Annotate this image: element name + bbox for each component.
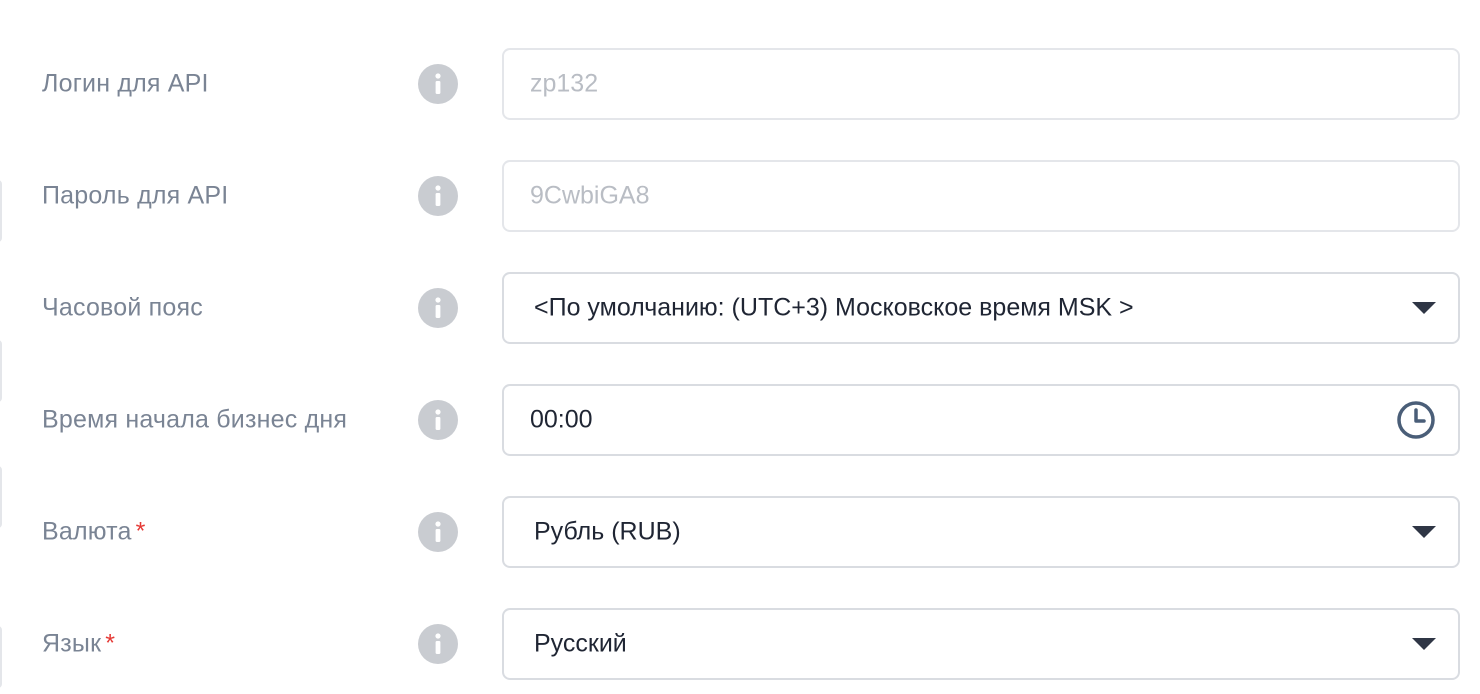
chevron-down-icon[interactable]: [1412, 302, 1436, 314]
form-row-timezone: Часовой пояс <По умолчанию: (UTC+3) Моск…: [0, 272, 1480, 344]
info-icon[interactable]: [418, 176, 458, 216]
selected-value: Рубль (RUB): [534, 517, 681, 546]
currency-select[interactable]: Рубль (RUB): [502, 496, 1460, 568]
chevron-down-icon[interactable]: [1412, 638, 1436, 650]
form-row-business-day-start: Время начала бизнес дня 00:00: [0, 384, 1480, 456]
form-row-language: Язык * Русский: [0, 608, 1480, 680]
api-login-input[interactable]: zp132: [502, 48, 1460, 120]
business-day-start-time-input[interactable]: 00:00: [502, 384, 1460, 456]
info-icon[interactable]: [418, 512, 458, 552]
selected-value: Русский: [534, 629, 627, 658]
info-icon[interactable]: [418, 288, 458, 328]
form-row-api-login: Логин для API zp132: [0, 48, 1480, 120]
time-value: 00:00: [530, 405, 593, 434]
api-password-input[interactable]: 9CwbiGA8: [502, 160, 1460, 232]
settings-form: Логин для API zp132 Пароль для API 9Cwbi…: [0, 0, 1480, 694]
timezone-select[interactable]: <По умолчанию: (UTC+3) Московское время …: [502, 272, 1460, 344]
form-row-api-password: Пароль для API 9CwbiGA8: [0, 160, 1480, 232]
field-label: Часовой пояс: [42, 293, 203, 322]
field-label: Логин для API: [42, 69, 209, 98]
info-icon[interactable]: [418, 624, 458, 664]
language-select[interactable]: Русский: [502, 608, 1460, 680]
required-marker: *: [135, 517, 146, 546]
field-label: Язык *: [42, 629, 116, 658]
form-row-currency: Валюта * Рубль (RUB): [0, 496, 1480, 568]
field-label: Время начала бизнес дня: [42, 405, 348, 434]
field-placeholder: zp132: [530, 69, 599, 98]
clock-icon[interactable]: [1396, 400, 1436, 440]
selected-value: <По умолчанию: (UTC+3) Московское время …: [534, 293, 1134, 322]
chevron-down-icon[interactable]: [1412, 526, 1436, 538]
info-icon[interactable]: [418, 64, 458, 104]
info-icon[interactable]: [418, 400, 458, 440]
required-marker: *: [105, 629, 116, 658]
field-label: Валюта *: [42, 517, 146, 546]
field-placeholder: 9CwbiGA8: [530, 181, 650, 210]
field-label: Пароль для API: [42, 181, 229, 210]
